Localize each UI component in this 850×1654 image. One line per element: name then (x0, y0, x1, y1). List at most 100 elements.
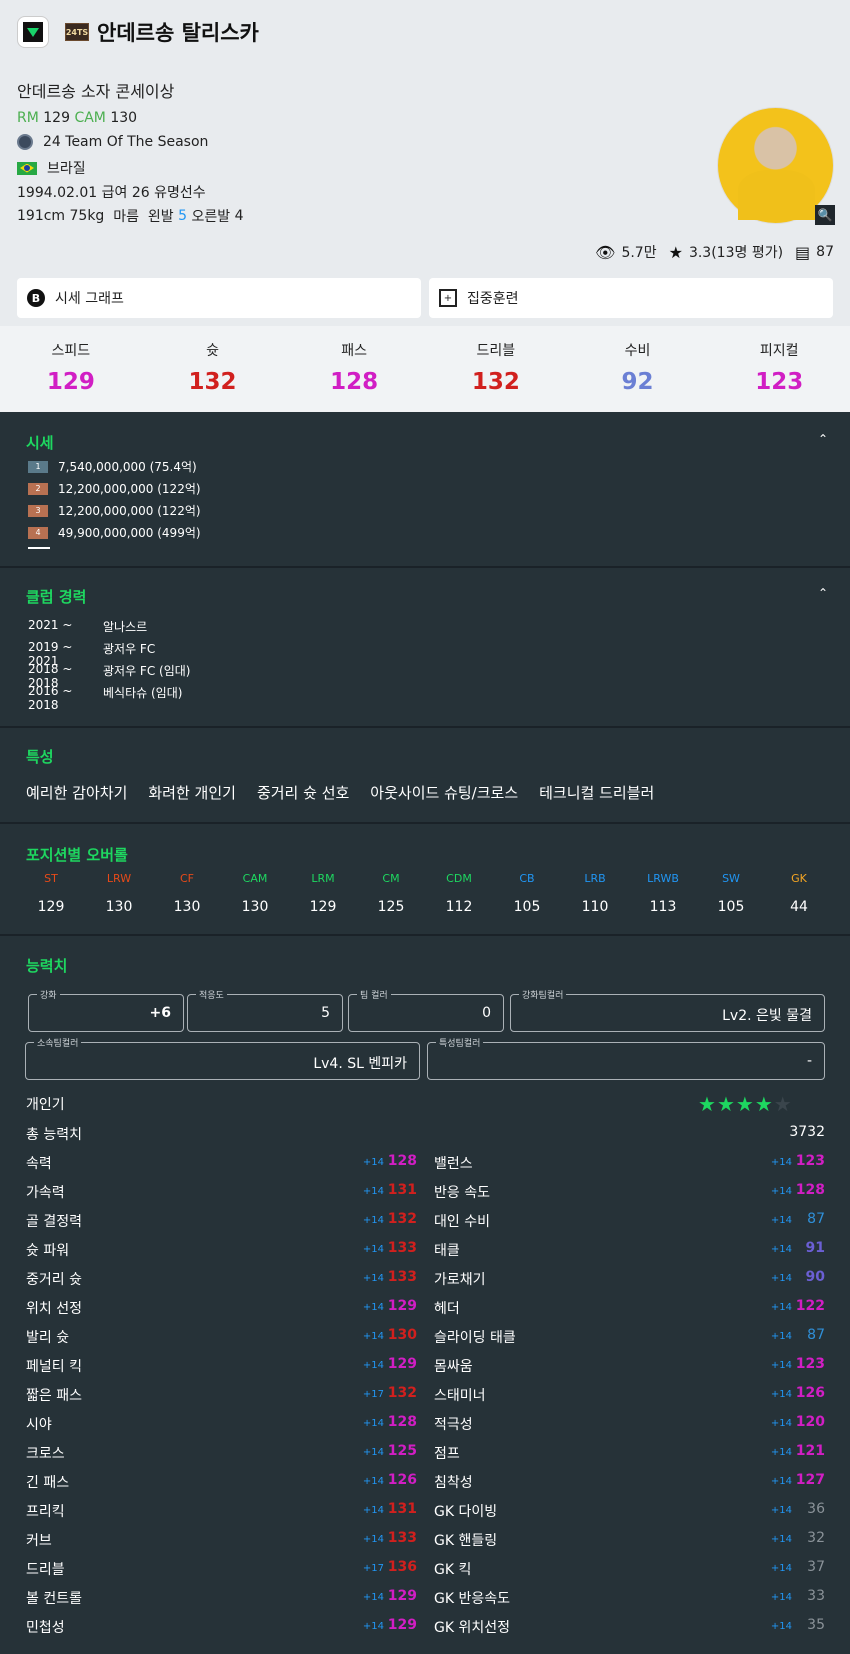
club-team-color-value: Lv4. SL 벤피카 (313, 1056, 407, 1072)
career-title: 클럽 경력 (26, 588, 87, 606)
position-ovr-name: ST (44, 872, 58, 885)
attribute-name: 중거리 슛 (26, 1272, 82, 1288)
position-ovr-title: 포지션별 오버롤 (26, 846, 128, 864)
attribute-value: 136 (387, 1559, 417, 1575)
chart-add-icon: + (439, 289, 457, 307)
position-ovr-value: 112 (445, 899, 473, 915)
collapse-icon[interactable]: ⌃ (818, 432, 828, 446)
price-rank-icon: 2 (28, 482, 48, 495)
position-line: RM 129 CAM 130 (17, 110, 137, 126)
trait-team-color-field[interactable]: 특성팀컬러 - (427, 1036, 825, 1080)
attribute-value: 129 (387, 1617, 417, 1633)
attribute-value: 129 (387, 1298, 417, 1314)
attribute-name: 침착성 (434, 1475, 473, 1491)
attribute-value: 123 (795, 1153, 825, 1169)
overall-stat-value: 128 (330, 369, 379, 395)
trait-item[interactable]: 중거리 슛 선호 (257, 782, 349, 803)
attribute-value: 87 (807, 1327, 825, 1343)
comment-icon[interactable]: ▤ (795, 243, 810, 262)
trait-item[interactable]: 예리한 감아차기 (26, 782, 127, 803)
overall-stat-label: 스피드 (51, 343, 91, 359)
position-ovr-value: 130 (105, 899, 133, 915)
training-button[interactable]: + 집중훈련 (429, 278, 833, 318)
price-title: 시세 (26, 434, 54, 452)
star-icon: ★ (716, 1092, 736, 1116)
training-label: 집중훈련 (467, 291, 519, 307)
rating-text: 3.3(13명 평가) (688, 245, 784, 261)
position-ovr-grid: ST 129 LRW 130 CF 130 CAM 130 LRM 129 CM 125 CDM 112 C… (17, 872, 833, 915)
attribute-name: 크로스 (26, 1446, 65, 1462)
position-ovr-cell: GK 44 (765, 872, 833, 915)
upgrade-field[interactable]: 강화 +6 (28, 988, 184, 1032)
attribute-name: 스태미너 (434, 1388, 486, 1404)
attribute-value: 130 (387, 1327, 417, 1343)
zoom-icon[interactable]: 🔍 (815, 205, 835, 225)
club-team-color-field[interactable]: 소속팀컬러 Lv4. SL 벤피카 (25, 1036, 420, 1080)
traits-title: 특성 (26, 748, 54, 766)
season-name: 24 Team Of The Season (43, 134, 209, 150)
trait-item[interactable]: 테크니컬 드리블러 (539, 782, 654, 803)
attribute-name: 헤더 (434, 1301, 460, 1317)
attribute-name: 커브 (26, 1533, 52, 1549)
title-row: 24TS 안데르송 탈리스카 (17, 16, 259, 48)
attribute-value: 132 (387, 1385, 417, 1401)
position-ovr-name: CF (179, 872, 194, 885)
overall-stat: 스피드 129 (0, 326, 142, 412)
star-icon: ★ (754, 1092, 774, 1116)
star-icon[interactable]: ★ (669, 243, 683, 262)
brazil-flag-icon (17, 161, 37, 175)
position-ovr-cell: LRWB 113 (629, 872, 697, 915)
nationality: 브라질 (47, 161, 86, 177)
attribute-value: 131 (387, 1501, 417, 1517)
attribute-name: GK 반응속도 (434, 1591, 510, 1607)
player-name: 안데르송 탈리스카 (97, 21, 259, 45)
adapt-field[interactable]: 적응도 5 (187, 988, 343, 1032)
price-row: 3 12,200,000,000 (122억) (28, 502, 201, 519)
price-divider (28, 547, 50, 549)
attribute-value: 133 (387, 1530, 417, 1546)
star-icon: ★ (773, 1092, 793, 1116)
attribute-value: 125 (387, 1443, 417, 1459)
career-years: 2021 ~ (28, 618, 73, 632)
overall-stat-label: 패스 (341, 343, 368, 359)
attribute-name: 골 결정력 (26, 1214, 82, 1230)
team-color-field[interactable]: 팀 컬러 0 (348, 988, 504, 1032)
trait-item[interactable]: 아웃사이드 슈팅/크로스 (370, 782, 518, 803)
views-count: 5.7만 (621, 245, 657, 261)
traits-section: 특성 (0, 728, 850, 824)
price-graph-button[interactable]: B 시세 그래프 (17, 278, 421, 318)
position-ovr-cell: LRW 130 (85, 872, 153, 915)
position-ovr-value: 130 (241, 899, 269, 915)
collapse-icon[interactable]: ⌃ (818, 586, 828, 600)
attribute-name: GK 킥 (434, 1562, 472, 1578)
upgrade-team-color-field[interactable]: 강화팀컬러 Lv2. 은빛 물결 (510, 988, 825, 1032)
trait-item[interactable]: 화려한 개인기 (148, 782, 236, 803)
position-ovr-value: 129 (309, 899, 337, 915)
attribute-name: 짧은 패스 (26, 1388, 82, 1404)
attribute-value: 128 (387, 1153, 417, 1169)
attribute-name: 속력 (26, 1156, 52, 1172)
season-icon (17, 134, 33, 150)
app-logo-icon[interactable] (17, 16, 49, 48)
comment-count: 87 (816, 244, 834, 260)
attribute-name: 대인 수비 (434, 1214, 490, 1230)
overall-stat-value: 92 (621, 369, 654, 395)
upgrade-label: 강화 (37, 988, 60, 1001)
attribute-name: 슛 파워 (26, 1243, 70, 1259)
total-label: 총 능력치 (26, 1127, 82, 1143)
position-ovr-name: SW (722, 872, 740, 885)
attribute-value: 32 (807, 1530, 825, 1546)
price-value: 12,200,000,000 (122억) (58, 504, 201, 518)
position-ovr-cell: CDM 112 (425, 872, 493, 915)
attribute-name: 가속력 (26, 1185, 65, 1201)
attribute-name: 반응 속도 (434, 1185, 490, 1201)
attribute-value: 131 (387, 1182, 417, 1198)
attribute-name: 민첩성 (26, 1620, 65, 1636)
position-ovr-cell: CAM 130 (221, 872, 289, 915)
attribute-value: 129 (387, 1588, 417, 1604)
skill-moves-label: 개인기 (26, 1097, 65, 1113)
position-ovr-cell: CB 105 (493, 872, 561, 915)
full-name: 안데르송 소자 콘세이상 (17, 82, 175, 101)
total-value: 3732 (789, 1124, 825, 1140)
overall-stats-band: 스피드 129 슛 132 패스 128 드리블 132 수비 92 피지컬 123 (0, 326, 850, 412)
